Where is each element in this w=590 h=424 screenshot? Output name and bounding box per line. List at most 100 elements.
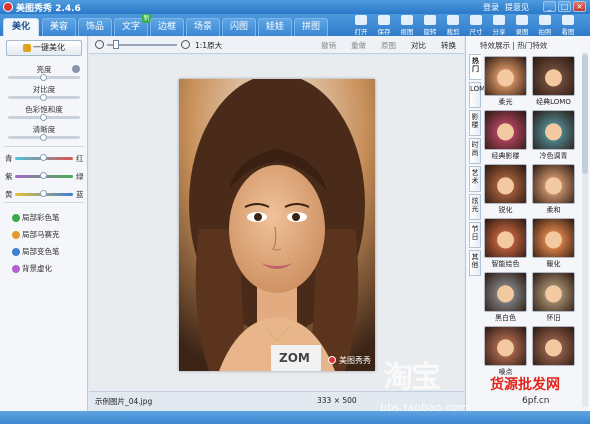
background-blur[interactable]: 背景虚化 (12, 263, 52, 274)
tool-share[interactable]: 分享 (488, 15, 510, 36)
effects-breadcrumb: 特效展示 | 热门特效 (480, 41, 548, 50)
tool-save[interactable]: 保存 (373, 15, 395, 36)
viewer-icon (562, 15, 574, 25)
zoom-in-icon[interactable] (181, 40, 190, 49)
wand-icon (23, 43, 31, 52)
tab-flash[interactable]: 闪图 (222, 18, 256, 36)
tool-record[interactable]: 录图 (511, 15, 533, 36)
tool-crop[interactable]: 裁剪 (442, 15, 464, 36)
actual-size-button[interactable]: 1:1原大 (195, 40, 222, 51)
effect-label: 智能绘色 (491, 260, 520, 268)
effects-scrollbar[interactable] (582, 52, 588, 407)
tab-doll[interactable]: 娃娃 (258, 18, 292, 36)
effect-thumbnail[interactable]: 柔光 (484, 56, 527, 108)
purple-label: 紫 (5, 172, 13, 181)
effect-thumbnail[interactable]: 经典影楼 (484, 110, 527, 162)
scroll-thumb[interactable] (582, 54, 588, 174)
brush-icon (12, 214, 20, 222)
app-title: 美图秀秀 2.4.6 (16, 4, 81, 14)
portrait-image (179, 79, 375, 371)
title-bar: 美图秀秀 2.4.6 登录 提意见 _ □ × (0, 0, 590, 14)
minimize-button[interactable]: _ (543, 1, 556, 12)
effect-thumbnail[interactable]: 怀旧 (532, 272, 575, 324)
sharpness-knob[interactable] (40, 134, 47, 141)
cyan-red-knob[interactable] (40, 154, 47, 161)
effect-label: 经典LOMO (536, 98, 571, 106)
tab-accessories[interactable]: 饰品 (78, 18, 112, 36)
tab-scene[interactable]: 场景 (186, 18, 220, 36)
effect-preview (532, 110, 575, 150)
shirt-text: ZOM (279, 351, 310, 365)
effect-label: 柔光 (498, 98, 513, 106)
tool-resize[interactable]: 尺寸 (465, 15, 487, 36)
maximize-button[interactable]: □ (558, 1, 571, 12)
crop-icon (447, 15, 459, 25)
camera-icon (539, 15, 551, 25)
effect-thumbnail[interactable]: 锐化 (484, 164, 527, 216)
image-dimensions: 333 × 500 (317, 396, 357, 405)
cyan-label: 青 (5, 154, 13, 163)
scissors-icon (401, 15, 413, 25)
redo-button[interactable]: 重做 (351, 40, 366, 51)
effect-thumbnail[interactable] (532, 326, 575, 378)
one-click-beautify-button[interactable]: 一键美化 (6, 40, 82, 56)
effect-preview (532, 272, 575, 312)
tab-border[interactable]: 边框 (150, 18, 184, 36)
vtab-festival[interactable]: 节日 (469, 222, 481, 248)
effect-preview (532, 326, 575, 366)
tab-beautify[interactable]: 美化 (3, 18, 39, 36)
login-link[interactable]: 登录 (483, 2, 499, 13)
tab-text-label: 文字 (121, 22, 140, 32)
saturation-knob[interactable] (40, 114, 47, 121)
effect-thumbnail[interactable]: 经典LOMO (532, 56, 575, 108)
tool-rotate[interactable]: 旋转 (419, 15, 441, 36)
effect-thumbnail[interactable]: 智能绘色 (484, 218, 527, 270)
contrast-knob[interactable] (40, 94, 47, 101)
tab-beauty[interactable]: 美容 (42, 18, 76, 36)
effect-label: 冷色调青 (539, 152, 568, 160)
blur-icon (12, 265, 20, 273)
edited-photo[interactable]: ZOM (179, 79, 375, 371)
effect-preview (484, 110, 527, 150)
zoom-knob[interactable] (113, 40, 119, 49)
tool-cutout[interactable]: 抠图 (396, 15, 418, 36)
effect-thumbnail[interactable]: 噪点 (484, 326, 527, 378)
photo-canvas[interactable]: ZOM 美图秀秀 (89, 55, 464, 391)
zoom-out-icon[interactable] (95, 40, 104, 49)
purple-green-knob[interactable] (40, 172, 47, 179)
tab-text[interactable]: 文字 新 (114, 14, 151, 36)
effect-thumbnail[interactable]: 暖化 (532, 218, 575, 270)
effects-panel: 特效展示 | 热门特效 热门 LOMO 影楼 时尚 艺术 炫光 节日 其他 柔光… (465, 36, 590, 411)
effect-label: 锐化 (498, 206, 513, 214)
yellow-blue-knob[interactable] (40, 190, 47, 197)
effect-thumbnail[interactable]: 黑白色 (484, 272, 527, 324)
app-logo-icon (3, 2, 13, 12)
close-button[interactable]: × (573, 1, 586, 12)
tool-viewer[interactable]: 看图 (557, 15, 579, 36)
effect-thumbnail[interactable]: 冷色调青 (532, 110, 575, 162)
tab-collage[interactable]: 拼图 (294, 18, 328, 36)
main-tab-bar: 美化 美容 饰品 文字 新 边框 场景 闪图 娃娃 拼图 打开 保存 抠图 旋转… (0, 14, 590, 36)
vtab-hot[interactable]: 热门 (469, 54, 481, 80)
local-recolor-pen[interactable]: 局部变色笔 (12, 246, 60, 257)
effect-label: 经典影楼 (491, 152, 520, 160)
effect-preview (484, 272, 527, 312)
meitu-logo-icon (328, 356, 336, 364)
effect-thumbnail[interactable]: 柔和 (532, 164, 575, 216)
tool-camera[interactable]: 拍照 (534, 15, 556, 36)
undo-button[interactable]: 撤销 (321, 40, 336, 51)
vtab-art[interactable]: 艺术 (469, 166, 481, 192)
original-button[interactable]: 原图 (381, 40, 396, 51)
compare-button[interactable]: 对比 (411, 40, 426, 51)
local-mosaic[interactable]: 局部马赛克 (12, 229, 60, 240)
feedback-link[interactable]: 提意见 (505, 2, 529, 13)
local-color-pen[interactable]: 局部彩色笔 (12, 212, 60, 223)
bottom-bar (0, 411, 590, 424)
vtab-studio[interactable]: 影楼 (469, 110, 481, 136)
url-watermark: bbs.taobao.com (380, 401, 469, 414)
tool-open[interactable]: 打开 (350, 15, 372, 36)
editor-toolbar: 1:1原大 撤销 重做 原图 对比 转换 (89, 36, 464, 54)
convert-button[interactable]: 转换 (441, 40, 456, 51)
effect-label: 黑白色 (495, 314, 516, 322)
brightness-knob[interactable] (40, 74, 47, 81)
